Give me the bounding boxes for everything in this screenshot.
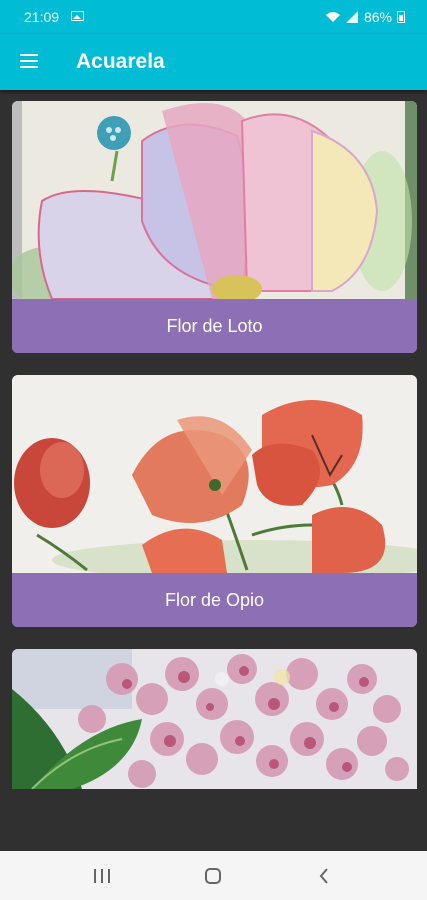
app-title: Acuarela (76, 50, 165, 73)
status-time: 21:09 (24, 9, 60, 25)
card-label: Flor de Opio (12, 573, 417, 627)
card-list[interactable]: Flor de Loto Flor de Opio (0, 90, 427, 850)
system-nav-bar (0, 851, 427, 900)
status-indicators: 86% (325, 9, 405, 25)
card-flor-de-opio[interactable]: Flor de Opio (12, 375, 417, 627)
card-flor-de-loto[interactable]: Flor de Loto (12, 101, 417, 353)
recent-apps-icon[interactable] (87, 863, 117, 889)
poppy-painting (12, 375, 417, 573)
gallery-notification-icon (71, 11, 84, 21)
home-icon[interactable] (198, 863, 228, 889)
battery-percentage: 86% (363, 9, 392, 25)
card-label: Flor de Loto (12, 299, 417, 353)
signal-icon (345, 11, 358, 23)
app-bar: Acuarela (0, 34, 427, 90)
status-bar: 21:09 86% (0, 0, 427, 34)
lotus-painting (12, 101, 417, 299)
menu-icon[interactable] (14, 48, 46, 76)
battery-icon (397, 11, 405, 23)
card-hydrangea[interactable] (12, 649, 417, 789)
back-icon[interactable] (309, 863, 339, 889)
wifi-icon (325, 12, 340, 22)
hydrangea-painting (12, 649, 417, 789)
